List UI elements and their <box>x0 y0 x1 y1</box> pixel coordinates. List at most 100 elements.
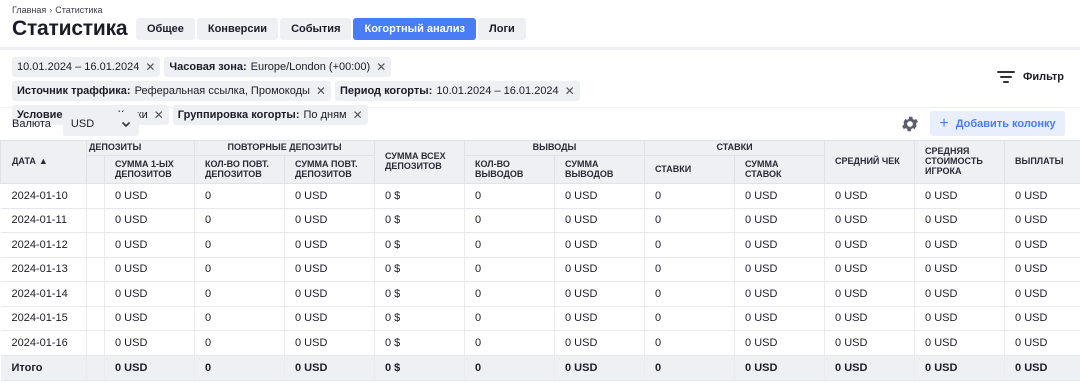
column-header-withdrawals-sum[interactable]: Сумма выводов <box>553 155 646 184</box>
close-icon[interactable]: ✕ <box>376 60 386 74</box>
table-row: 2024-01-15 0 USD 0 0 USD 0 $0 0 USD 0 0 USD 0 US… <box>0 306 1080 331</box>
close-icon[interactable]: ✕ <box>565 84 575 98</box>
table-cell: 0 USD <box>824 232 915 258</box>
table-cell: 0 USD <box>824 355 915 381</box>
table-cell: 0 USD <box>284 281 375 307</box>
cohort-table: Дата ▲ Депозиты Повторные депозиты Сумма … <box>0 140 1080 381</box>
table-cell: 0 <box>464 232 555 258</box>
table-cell: 0 USD <box>104 281 195 307</box>
breadcrumb-home[interactable]: Главная <box>12 5 46 15</box>
table-total-row: Итого 0 USD 0 0 USD 0 $0 0 USD 0 0 USD 0 USD 0 US… <box>0 355 1080 381</box>
table-body: 2024-01-10 0 USD 0 0 USD 0 $0 0 USD 0 0 USD 0 US… <box>0 183 1080 381</box>
table-cell: 0 USD <box>284 232 375 258</box>
table-cell: 0 <box>644 208 735 233</box>
table-cell: 0 USD <box>553 257 645 282</box>
column-header-date[interactable]: Дата ▲ <box>0 140 87 184</box>
table-cell: 0 <box>464 183 555 209</box>
column-header-repeat-deposits-count[interactable]: Кол-во повт. депозитов <box>194 155 285 184</box>
table-cell-spacer <box>86 355 105 381</box>
table-cell: 0 <box>644 257 735 282</box>
table-cell: 0 USD <box>284 330 375 356</box>
close-icon[interactable]: ✕ <box>154 108 164 122</box>
column-header-repeat-deposits-sum[interactable]: Сумма повт. депозитов <box>284 155 375 184</box>
table-cell: 0 <box>644 232 735 258</box>
filter-chip-timezone[interactable]: Часовая зона: Europe/London (+00:00) ✕ <box>164 57 392 77</box>
table-cell: 0 USD <box>104 183 195 209</box>
table-cell: 0 USD <box>734 183 825 209</box>
table-cell-spacer <box>86 330 105 356</box>
filter-chip-cohort-period[interactable]: Период когорты: 10.01.2024 – 16.01.2024 … <box>334 81 580 101</box>
tab-logs[interactable]: Логи <box>478 18 526 40</box>
table-cell: 0 <box>194 330 285 356</box>
table-cell: 0 $ <box>374 306 465 331</box>
table-cell-spacer <box>86 183 105 209</box>
filter-chip-value: Europe/London (+00:00) <box>250 61 371 73</box>
filter-chip-value: По дням <box>303 109 347 121</box>
table-cell: 0 USD <box>104 355 195 381</box>
table-cell-spacer <box>86 306 105 331</box>
table-cell: 0 USD <box>914 330 1005 356</box>
filter-button[interactable]: Фильтр <box>996 71 1064 83</box>
table-cell: 0 USD <box>824 281 915 307</box>
column-header-avg-player-value[interactable]: Средняя стоимость игрока <box>914 140 1006 184</box>
table-cell: 0 USD <box>553 208 645 233</box>
close-icon[interactable]: ✕ <box>353 108 363 122</box>
table-cell: 0 USD <box>914 208 1005 233</box>
table-cell: 0 USD <box>914 183 1005 209</box>
column-header-avg-check[interactable]: Средний чек <box>824 140 916 184</box>
filter-chip-value: 10.01.2024 – 16.01.2024 <box>17 61 140 73</box>
chevron-down-icon <box>121 121 130 128</box>
table-cell: 0 USD <box>1004 208 1080 233</box>
table-cell: 0 <box>194 355 285 381</box>
table-row: 2024-01-10 0 USD 0 0 USD 0 $0 0 USD 0 0 USD 0 US… <box>0 183 1080 209</box>
table-cell: 0 USD <box>284 306 375 331</box>
table-cell: 0 <box>464 281 555 307</box>
plus-icon: + <box>939 114 949 132</box>
column-header-first-deposits-sum[interactable]: Сумма 1-ых депозитов <box>104 155 195 184</box>
table-row: 2024-01-14 0 USD 0 0 USD 0 $0 0 USD 0 0 USD 0 US… <box>0 281 1080 307</box>
table-cell-spacer <box>86 232 105 258</box>
group-header-withdrawals: Выводы <box>463 140 646 156</box>
tab-cohort-analysis[interactable]: Когортный анализ <box>353 18 476 40</box>
currency-select[interactable]: USD <box>62 112 139 136</box>
table-cell: 0 USD <box>914 355 1005 381</box>
column-header-bets-sum[interactable]: Сумма ставок <box>734 155 826 184</box>
filter-chip-date-range[interactable]: 10.01.2024 – 16.01.2024 ✕ <box>12 57 161 77</box>
gear-icon[interactable] <box>900 114 920 134</box>
column-header-bets[interactable]: Ставки <box>644 155 736 184</box>
tab-general[interactable]: Общее <box>136 18 195 40</box>
table-cell: 0 USD <box>1004 355 1080 381</box>
group-header-deposits: Депозиты <box>86 140 195 156</box>
table-cell: 0 $ <box>374 208 465 233</box>
add-column-button[interactable]: + Добавить колонку <box>930 111 1065 136</box>
filter-chip-traffic-source[interactable]: Источник траффика: Реферальная ссылка, П… <box>12 81 331 101</box>
column-header-payouts[interactable]: Выплаты <box>1004 140 1080 184</box>
filter-chip-key: Источник траффика: <box>17 85 131 97</box>
table-cell: 0 USD <box>824 257 915 282</box>
table-cell: 0 USD <box>734 257 825 282</box>
close-icon[interactable]: ✕ <box>145 60 155 74</box>
column-header-withdrawals-count[interactable]: Кол-во выводов <box>464 155 555 184</box>
table-cell: 0 $ <box>374 257 465 282</box>
tab-conversions[interactable]: Конверсии <box>196 18 279 40</box>
filter-chip-key: Группировка когорты: <box>177 109 300 121</box>
filter-chip-cohort-grouping[interactable]: Группировка когорты: По дням ✕ <box>172 105 368 125</box>
table-cell: 0 <box>194 208 285 233</box>
page-title: Статистика <box>12 17 128 40</box>
table-cell: 0 USD <box>104 232 195 258</box>
table-cell: 0 USD <box>1004 330 1080 356</box>
table-cell: 2024-01-15 <box>0 306 87 331</box>
close-icon[interactable]: ✕ <box>316 84 326 98</box>
tab-events[interactable]: События <box>280 18 352 40</box>
table-cell: 0 <box>644 281 735 307</box>
table-cell: 0 USD <box>734 232 825 258</box>
currency-row: Валюта USD <box>12 112 139 136</box>
add-column-label: Добавить колонку <box>955 117 1056 130</box>
column-header-all-deposits-sum[interactable]: Сумма всех депозитов <box>374 140 465 184</box>
table-cell: 0 USD <box>734 208 825 233</box>
table-cell-spacer <box>86 281 105 307</box>
filter-button-label: Фильтр <box>1022 71 1064 83</box>
table-cell: 0 <box>194 257 285 282</box>
table-row: 2024-01-12 0 USD 0 0 USD 0 $0 0 USD 0 0 USD 0 US… <box>0 232 1080 258</box>
table-cell: 0 <box>464 257 555 282</box>
